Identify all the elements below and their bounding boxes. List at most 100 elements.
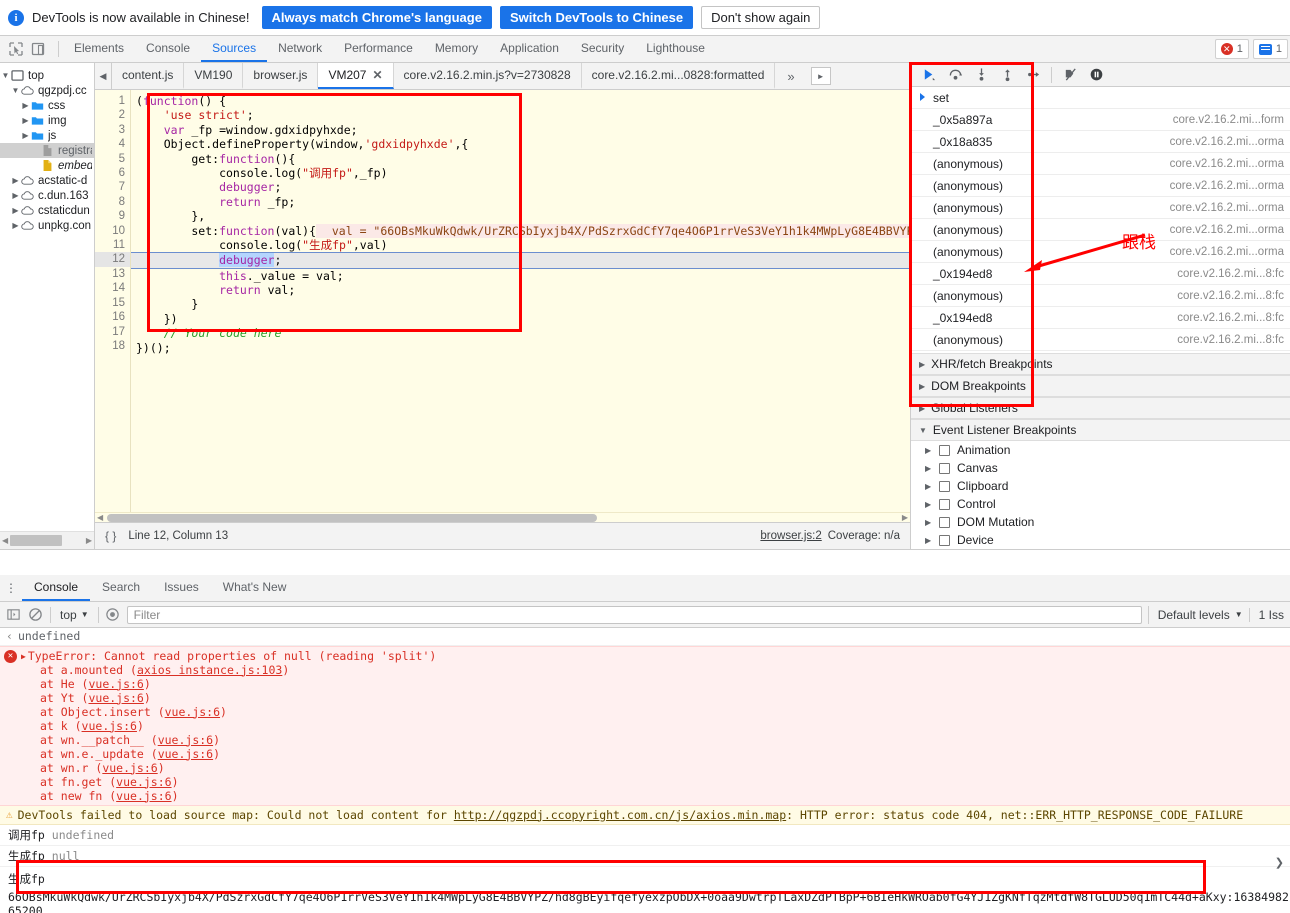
tree-item-cstaticdun[interactable]: cstaticdun — [0, 203, 94, 218]
expand-arrow-icon[interactable]: ▶ — [21, 652, 26, 661]
code-line[interactable]: (function() { — [131, 94, 910, 108]
tree-item-c-dun-163[interactable]: c.dun.163 — [0, 188, 94, 203]
tab-network[interactable]: Network — [267, 36, 333, 62]
stack-frame-link[interactable]: vue.js:6 — [158, 733, 213, 747]
scroll-right-icon[interactable]: ▶ — [86, 536, 92, 545]
editor-tab-vm190[interactable]: VM190 — [184, 63, 243, 89]
console-sidebar-icon[interactable] — [6, 607, 22, 623]
chevron-down-icon[interactable] — [0, 68, 11, 83]
code-line[interactable]: debugger; — [131, 180, 910, 194]
debugger-section-event-listener-breakpoints[interactable]: ▼Event Listener Breakpoints — [911, 419, 1290, 441]
editor-scroll-right-icon[interactable]: ▶ — [902, 513, 908, 523]
line-number[interactable]: 12 — [95, 252, 130, 266]
event-listener-breakpoint-canvas[interactable]: ▶Canvas — [911, 459, 1290, 477]
chevron-right-icon[interactable]: ▶ — [925, 518, 939, 527]
call-stack-frame[interactable]: (anonymous)core.v2.16.2.mi...8:fc — [911, 329, 1290, 351]
editor-scrollbar-thumb[interactable] — [107, 514, 597, 522]
message-count-badge[interactable]: 1 — [1253, 39, 1288, 59]
console-messages[interactable]: ‹undefined ✕ ▶ TypeError: Cannot read pr… — [0, 628, 1290, 913]
chevron-right-icon[interactable]: ▶ — [925, 482, 939, 491]
tree-item-css[interactable]: css — [0, 98, 94, 113]
chevron-right-icon[interactable]: ▶ — [925, 464, 939, 473]
drawer-tab-console[interactable]: Console — [22, 575, 90, 601]
stack-frame-link[interactable]: vue.js:6 — [116, 775, 171, 789]
dont-show-again-button[interactable]: Don't show again — [701, 6, 820, 29]
tree-item-img[interactable]: img — [0, 113, 94, 128]
stack-frame-link[interactable]: vue.js:6 — [88, 691, 143, 705]
tree-item-registra[interactable]: registra — [0, 143, 94, 158]
call-stack-frame[interactable]: (anonymous)core.v2.16.2.mi...orma — [911, 153, 1290, 175]
event-listener-breakpoint-animation[interactable]: ▶Animation — [911, 441, 1290, 459]
line-number[interactable]: 4 — [95, 137, 130, 151]
stack-frame-link[interactable]: vue.js:6 — [88, 677, 143, 691]
checkbox[interactable] — [939, 517, 950, 528]
code-line[interactable]: console.log("生成fp",val) — [131, 238, 910, 252]
chevron-right-icon[interactable] — [10, 188, 21, 203]
tab-console[interactable]: Console — [135, 36, 201, 62]
stack-frame-link[interactable]: axios instance.js:103 — [137, 663, 282, 677]
call-stack-list[interactable]: set_0x5a897acore.v2.16.2.mi...form_0x18a… — [911, 87, 1290, 353]
navigator-horizontal-scrollbar[interactable]: ◀ ▶ — [0, 531, 94, 549]
call-stack-frame[interactable]: (anonymous)core.v2.16.2.mi...orma — [911, 241, 1290, 263]
step-out-button[interactable] — [995, 65, 1019, 85]
editor-run-snippet-button[interactable]: ► — [811, 67, 831, 85]
tree-item-embedd[interactable]: embedd — [0, 158, 94, 173]
checkbox[interactable] — [939, 481, 950, 492]
pause-on-exceptions-button[interactable] — [1084, 65, 1108, 85]
error-header[interactable]: ✕ ▶ TypeError: Cannot read properties of… — [0, 649, 1290, 663]
stack-frame-link[interactable]: vue.js:6 — [165, 705, 220, 719]
debugger-section-xhr-fetch-breakpoints[interactable]: ▶XHR/fetch Breakpoints — [911, 353, 1290, 375]
code-line[interactable]: var _fp =window.gdxidpyhxde; — [131, 123, 910, 137]
line-number[interactable]: 2 — [95, 108, 130, 122]
debugger-section-global-listeners[interactable]: ▶Global Listeners — [911, 397, 1290, 419]
code-line[interactable]: return val; — [131, 283, 910, 297]
deactivate-breakpoints-button[interactable] — [1058, 65, 1082, 85]
editor-tabs-scroll-left-icon[interactable]: ◀ — [95, 63, 112, 89]
code-editor[interactable]: 123456789101112131415161718 (function() … — [95, 90, 910, 512]
event-listener-breakpoint-control[interactable]: ▶Control — [911, 495, 1290, 513]
execution-context-selector[interactable]: top ▼ — [57, 608, 92, 622]
stack-frame-link[interactable]: vue.js:6 — [82, 719, 137, 733]
tab-application[interactable]: Application — [489, 36, 570, 62]
close-icon[interactable]: ✕ — [372, 68, 382, 82]
line-number[interactable]: 8 — [95, 195, 130, 209]
editor-tab-core-v2-16-2-mi-0828-formatt[interactable]: core.v2.16.2.mi...0828:formatted — [582, 63, 776, 89]
console-error-message[interactable]: ✕ ▶ TypeError: Cannot read properties of… — [0, 646, 1290, 806]
line-number[interactable]: 14 — [95, 281, 130, 295]
call-stack-frame[interactable]: (anonymous)core.v2.16.2.mi...orma — [911, 175, 1290, 197]
checkbox[interactable] — [939, 499, 950, 510]
call-stack-frame[interactable]: (anonymous)core.v2.16.2.mi...orma — [911, 197, 1290, 219]
event-listener-breakpoint-device[interactable]: ▶Device — [911, 531, 1290, 549]
line-number[interactable]: 3 — [95, 123, 130, 137]
code-line[interactable]: } — [131, 297, 910, 311]
code-line[interactable]: set:function(val){ val = "66OBsMkuWkQdwk… — [131, 224, 910, 238]
tree-item-js[interactable]: js — [0, 128, 94, 143]
editor-tabs-overflow-icon[interactable]: » — [775, 63, 806, 89]
line-number[interactable]: 11 — [95, 238, 130, 252]
chevron-right-icon[interactable]: ▶ — [925, 446, 939, 455]
chevron-down-icon[interactable] — [10, 83, 21, 98]
step-into-button[interactable] — [969, 65, 993, 85]
line-number[interactable]: 6 — [95, 166, 130, 180]
chevron-right-icon[interactable] — [10, 203, 21, 218]
call-stack-frame[interactable]: (anonymous)core.v2.16.2.mi...8:fc — [911, 285, 1290, 307]
tab-memory[interactable]: Memory — [424, 36, 489, 62]
call-stack-frame[interactable]: _0x18a835core.v2.16.2.mi...orma — [911, 131, 1290, 153]
event-listener-breakpoint-dom-mutation[interactable]: ▶DOM Mutation — [911, 513, 1290, 531]
tree-item-acstatic-d[interactable]: acstatic-d — [0, 173, 94, 188]
switch-to-chinese-button[interactable]: Switch DevTools to Chinese — [500, 6, 693, 29]
scrollbar-thumb[interactable] — [10, 535, 62, 546]
clear-console-icon[interactable] — [28, 607, 44, 623]
editor-horizontal-scrollbar[interactable]: ◀ ▶ — [95, 512, 910, 522]
line-number[interactable]: 17 — [95, 325, 130, 339]
checkbox[interactable] — [939, 463, 950, 474]
chevron-right-icon[interactable] — [10, 218, 21, 233]
drawer-menu-icon[interactable]: ⋮ — [0, 575, 22, 601]
editor-tab-browser-js[interactable]: browser.js — [243, 63, 318, 89]
code-line[interactable]: get:function(){ — [131, 152, 910, 166]
drawer-tab-whats-new[interactable]: What's New — [211, 575, 299, 601]
code-line[interactable]: // Your code here — [131, 326, 910, 340]
step-over-button[interactable] — [943, 65, 967, 85]
tab-sources[interactable]: Sources — [201, 36, 267, 62]
call-stack-frame[interactable]: _0x5a897acore.v2.16.2.mi...form — [911, 109, 1290, 131]
